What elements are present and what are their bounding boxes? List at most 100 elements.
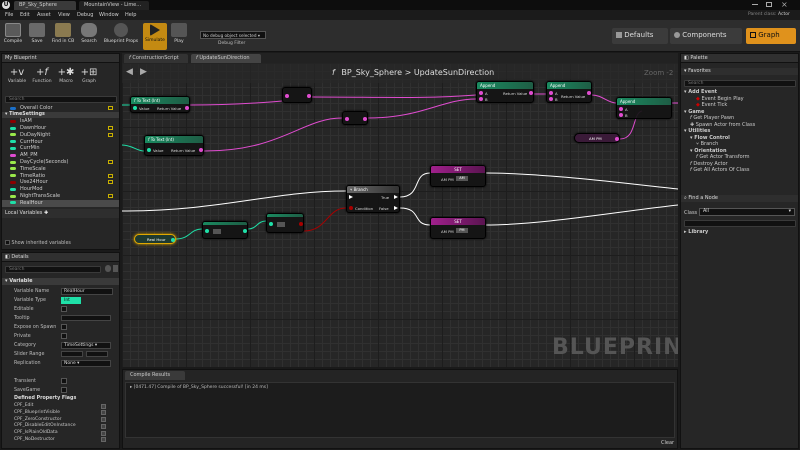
eye-icon[interactable] [108,180,113,185]
string-pin[interactable] [479,97,483,101]
lock-icon[interactable] [113,265,118,272]
node-reroute-mid[interactable] [342,111,368,125]
menu-window[interactable]: Window [99,12,119,18]
int-pin[interactable] [147,148,151,152]
variable-isam[interactable]: IsAM [2,118,119,125]
int-pin[interactable] [243,229,247,233]
window-minimize-icon[interactable] [752,4,758,5]
node-to-text-1[interactable]: f To Text (Int) Value Return Value [130,96,190,113]
palette-item[interactable]: f Get All Actors Of Class [684,167,796,174]
flag-checkbox[interactable] [101,430,106,436]
show-inherited-checkbox[interactable]: Show inherited variables [5,240,71,246]
search-button[interactable]: Search [78,23,100,50]
variable-realhour[interactable]: RealHour [2,199,119,207]
compile-results-tab[interactable]: Compile Results [125,371,185,380]
my-blueprint-search[interactable]: Search [5,96,117,103]
graph-canvas[interactable]: ◀ ▶ f BP_Sky_Sphere > UpdateSunDirection… [122,63,678,367]
flag-checkbox[interactable] [101,437,106,443]
clear-button[interactable]: Clear [661,440,674,446]
view-options-icon[interactable] [105,265,111,272]
node-set-am[interactable]: SET AM PM AM [430,165,486,187]
string-pin[interactable] [615,137,619,141]
exec-pin-in[interactable] [349,195,353,199]
node-to-text-2[interactable]: f To Text (Int) Value Return Value [144,135,204,156]
string-pin[interactable] [285,94,289,98]
variable-currmin[interactable]: CurrMin [2,145,119,152]
replication-select[interactable]: None ▾ [61,360,111,367]
category-select[interactable]: TimeSettings ▾ [61,342,111,349]
compare-input[interactable] [213,229,221,234]
menu-file[interactable]: File [5,12,13,18]
tooltip-input[interactable] [61,315,111,321]
tab-construction-script[interactable]: f ConstructionScript [124,54,188,63]
int-pin[interactable] [171,238,175,242]
local-variables-header[interactable]: Local Variables ✚ [2,209,119,218]
node-append-1[interactable]: Append A B Return Value [476,81,534,103]
mode-defaults[interactable]: Defaults [612,28,668,44]
string-pin[interactable] [529,91,533,95]
flag-checkbox[interactable] [101,417,106,423]
tab-bp-sky-sphere[interactable]: BP_Sky_Sphere [14,1,76,10]
variable-hourmod[interactable]: HourMod [2,186,119,193]
set-value-input[interactable]: PM [456,228,468,233]
flag-checkbox[interactable] [101,403,106,409]
node-append-3[interactable]: Append A B [616,97,672,119]
parent-class-value[interactable]: Actor [778,12,790,17]
int-pin[interactable] [269,222,273,226]
class-select[interactable]: All ▾ [699,208,795,216]
flag-checkbox[interactable] [101,423,106,429]
library-header[interactable]: ▸ Library [684,229,708,235]
menu-edit[interactable]: Edit [20,12,30,18]
transient-checkbox[interactable] [61,378,67,384]
string-pin[interactable] [479,91,483,95]
menu-asset[interactable]: Asset [37,12,51,18]
string-pin[interactable] [619,113,623,117]
menu-help[interactable]: Help [125,12,136,18]
set-value-input[interactable]: AM [456,176,468,181]
variable-am-pm[interactable]: AM_PM [2,152,119,159]
tab-update-sun-direction[interactable]: f UpdateSunDirection [191,54,261,63]
add-function-button[interactable]: +f Function [31,67,53,84]
node-set-pm[interactable]: SET AM PM PM [430,217,486,239]
node-append-2[interactable]: Append A B Return Value [546,81,592,103]
add-macro-button[interactable]: +✱ Macro [56,67,76,84]
add-graph-button[interactable]: +⊞ Graph [79,67,99,84]
compile-button[interactable]: Compile [2,23,24,50]
node-am-pm-get[interactable]: AM PM [574,133,620,143]
private-checkbox[interactable] [61,333,67,339]
slider-range-max[interactable] [86,351,108,357]
string-pin[interactable] [307,94,311,98]
debug-select[interactable]: No debug object selected ▾ [200,31,266,39]
savegame-checkbox[interactable] [61,387,67,393]
tab-mountainview[interactable]: MountainView - Lime... [79,1,149,10]
expose-on-spawn-checkbox[interactable] [61,324,67,330]
eye-icon[interactable] [108,132,113,137]
bool-pin[interactable] [349,206,353,210]
variable-name-input[interactable]: RealHour [61,288,113,295]
editable-checkbox[interactable] [61,306,67,312]
node-branch[interactable]: ⑂ Branch Condition True False [346,185,400,213]
window-maximize-icon[interactable] [766,2,772,7]
eye-icon[interactable] [108,160,113,165]
variable-daycycle[interactable]: DayCycle(Seconds) [2,159,119,166]
string-pin[interactable] [185,106,189,110]
node-compare-int[interactable] [202,221,248,239]
string-pin[interactable] [363,117,367,121]
variable-timescale[interactable]: TimeScale [2,166,119,173]
node-real-hour-get[interactable]: Real Hour [134,234,176,244]
palette-search[interactable]: Search [684,80,796,87]
bool-pin[interactable] [299,222,303,226]
variable-overall-color[interactable]: Overall Color [2,105,119,112]
find-node-header[interactable]: ⌕ Find a Node [681,195,798,202]
string-pin[interactable] [549,91,553,95]
string-pin[interactable] [619,107,623,111]
variable-nighttransscale[interactable]: NightTransScale [2,193,119,200]
variable-dawnhour[interactable]: DawnHour [2,125,119,132]
variable-dudaynight[interactable]: DuDayNight [2,132,119,139]
string-pin[interactable] [549,97,553,101]
favorites-header[interactable]: ▾ Favorites [681,68,798,75]
mode-components[interactable]: Components [670,28,742,44]
node-reroute-top[interactable] [282,87,312,103]
find-in-cb-button[interactable]: Find in CB [50,23,76,50]
mode-graph[interactable]: Graph [746,28,796,44]
